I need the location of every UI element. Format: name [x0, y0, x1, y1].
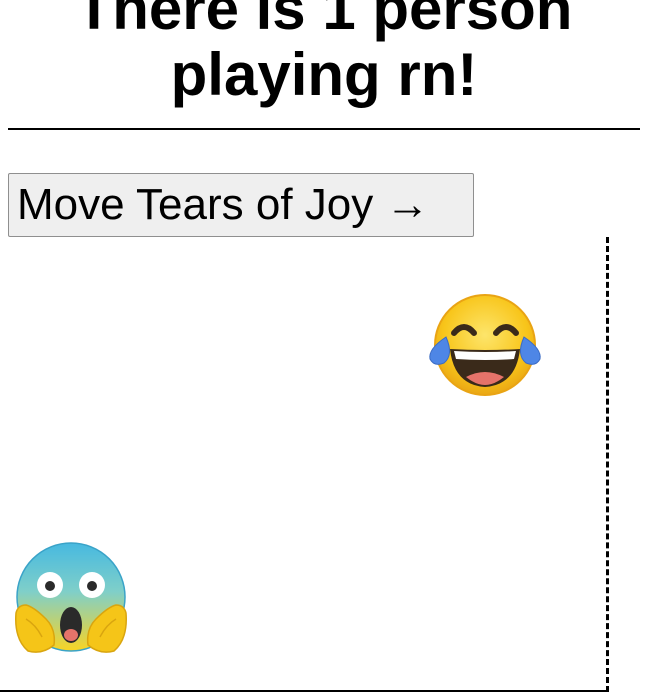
tears-of-joy-player [426, 293, 544, 397]
move-tears-of-joy-button[interactable]: Move Tears of Joy → [8, 173, 474, 237]
game-page: There is 1 person playing rn! Move Tears… [0, 0, 648, 692]
face-screaming-in-fear-icon [15, 542, 127, 653]
game-arena [0, 237, 609, 692]
heading-divider [8, 128, 640, 130]
face-with-tears-of-joy-icon [429, 294, 541, 396]
page-title: There is 1 person playing rn! [75, 0, 573, 108]
screaming-in-fear-player [12, 541, 130, 655]
